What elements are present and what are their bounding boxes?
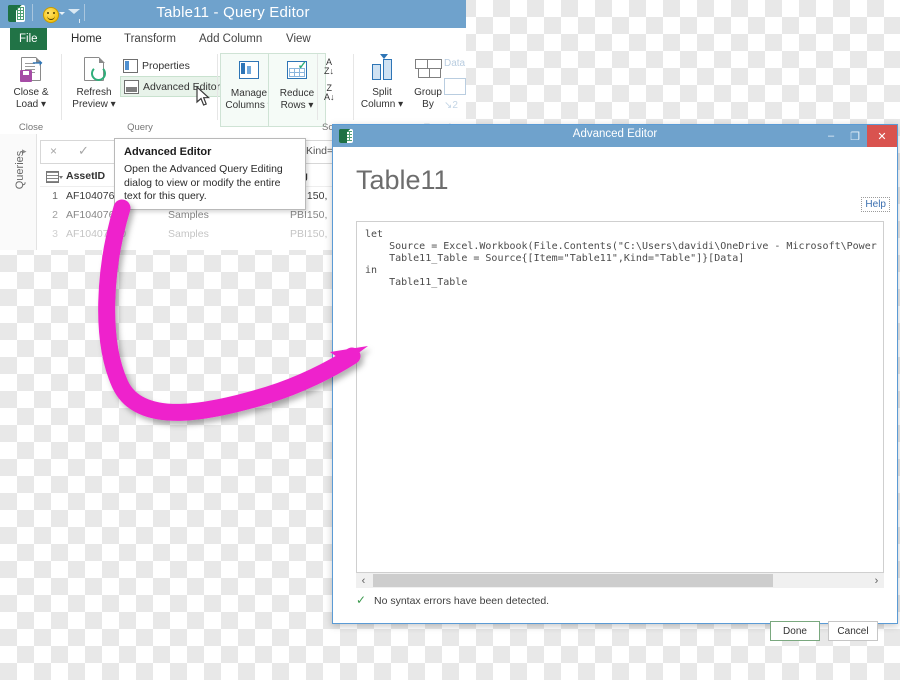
tab-file[interactable]: File	[10, 28, 47, 50]
refresh-preview-label-1: Refresh	[76, 87, 112, 98]
maximize-button[interactable]: ❐	[843, 125, 867, 147]
mouse-cursor-icon	[196, 86, 211, 106]
query-code-editor[interactable]: let Source = Excel.Workbook(File.Content…	[356, 221, 884, 573]
ribbon-group-transform: Split Column ▾ Group By Data ↘2 Tr	[354, 50, 466, 134]
formula-cancel-icon[interactable]: ×	[50, 144, 57, 158]
scroll-left-icon[interactable]: ‹	[356, 573, 371, 588]
ribbon-group-close: ➞ Close & Load ▾ Close	[0, 50, 62, 134]
sort-descending-button[interactable]: Z A↓	[324, 84, 335, 102]
split-column-label-1: Split	[372, 87, 392, 98]
use-first-row-icon: ↘2	[444, 100, 458, 111]
refresh-preview-label-2: Preview	[72, 98, 108, 110]
close-and-load-label-2: Load	[15, 98, 39, 110]
formula-accept-icon[interactable]: ✓	[78, 143, 89, 159]
manage-columns-label-2: Columns	[225, 99, 265, 111]
row-number: 2	[52, 209, 58, 221]
tooltip-body: Open the Advanced Query Editing dialog t…	[124, 163, 283, 202]
split-column-label-2: Column	[360, 98, 396, 110]
column-header-assetid[interactable]: AssetID	[66, 167, 105, 186]
minimize-button[interactable]: –	[819, 125, 843, 147]
ribbon-tabs: File Home Transform Add Column View	[0, 28, 466, 51]
cell-assetid: AF10407680	[66, 228, 127, 240]
refresh-preview-icon	[66, 53, 122, 85]
ribbon-group-query-label: Query	[127, 122, 153, 133]
syntax-status: ✓ No syntax errors have been detected.	[356, 593, 549, 607]
advanced-editor-content: Table11 Help let Source = Excel.Workbook…	[342, 153, 890, 641]
syntax-status-text: No syntax errors have been detected.	[373, 595, 550, 607]
row-number: 1	[52, 190, 58, 202]
cell-type: Samples	[168, 228, 209, 240]
close-and-load-icon: ➞	[3, 53, 59, 85]
advanced-editor-titlebar: Advanced Editor – ❐ ✕	[333, 125, 897, 147]
tooltip-title: Advanced Editor	[124, 146, 212, 158]
tab-home[interactable]: Home	[62, 28, 111, 50]
cell-tag: PBI150,	[290, 228, 328, 240]
cancel-button[interactable]: Cancel	[828, 621, 878, 641]
advanced-editor-icon	[124, 79, 139, 94]
reduce-rows-label-1: Reduce	[279, 88, 315, 99]
window-title: Table11 - Query Editor	[156, 4, 310, 21]
advanced-editor-title: Advanced Editor	[572, 128, 658, 140]
reduce-rows-label-2: Rows	[280, 99, 306, 111]
query-name-heading: Table11	[356, 165, 449, 195]
refresh-preview-button[interactable]: Refresh Preview ▾	[66, 53, 122, 110]
ribbon-group-manage: Manage Columns ▾ ✓ Reduce Rows ▾	[218, 50, 326, 134]
check-icon: ✓	[356, 593, 367, 607]
queries-pane[interactable]: ▸ Queries	[0, 134, 37, 250]
group-by-label-1: Group	[414, 87, 442, 98]
help-link[interactable]: Help	[861, 197, 890, 212]
group-by-label-2: By	[422, 98, 434, 110]
queries-pane-label: Queries	[14, 150, 26, 190]
ribbon-group-sort: A Z↓ Z A↓ Sort	[318, 50, 354, 134]
tab-transform[interactable]: Transform	[115, 28, 185, 50]
manage-columns-label-1: Manage	[230, 88, 268, 99]
tab-add-column[interactable]: Add Column	[190, 28, 271, 50]
close-and-load-label-1: Close &	[13, 87, 49, 98]
ribbon-group-close-label: Close	[18, 122, 44, 133]
ribbon-group-query: Refresh Preview ▾ Properties Advanced Ed…	[62, 50, 225, 134]
advanced-editor-tooltip: Advanced Editor Open the Advanced Query …	[114, 138, 306, 210]
sort-ascending-button[interactable]: A Z↓	[324, 58, 334, 76]
horizontal-scrollbar[interactable]: ‹ ›	[356, 573, 884, 588]
scroll-right-icon[interactable]: ›	[869, 573, 884, 588]
cell-assetid: AF104076	[66, 190, 115, 202]
close-and-load-button[interactable]: ➞ Close & Load ▾	[3, 53, 59, 110]
properties-label: Properties	[142, 59, 190, 72]
data-type-label: Data	[444, 58, 466, 69]
scrollbar-thumb[interactable]	[373, 574, 773, 587]
data-type-icon	[444, 78, 466, 95]
close-button[interactable]: ✕	[867, 125, 897, 147]
ribbon: ➞ Close & Load ▾ Close Refresh Preview ▾	[0, 50, 466, 135]
properties-button[interactable]: Properties	[120, 56, 193, 75]
table-options-icon[interactable]	[46, 171, 63, 183]
properties-icon	[123, 58, 138, 73]
query-editor-titlebar: Table11 - Query Editor	[0, 0, 466, 28]
tab-view[interactable]: View	[277, 28, 320, 50]
done-button[interactable]: Done	[770, 621, 820, 641]
row-number: 3	[52, 228, 58, 240]
advanced-editor-dialog: Advanced Editor – ❐ ✕ Table11 Help let S…	[332, 124, 898, 641]
query-code-text: let Source = Excel.Workbook(File.Content…	[365, 229, 883, 288]
